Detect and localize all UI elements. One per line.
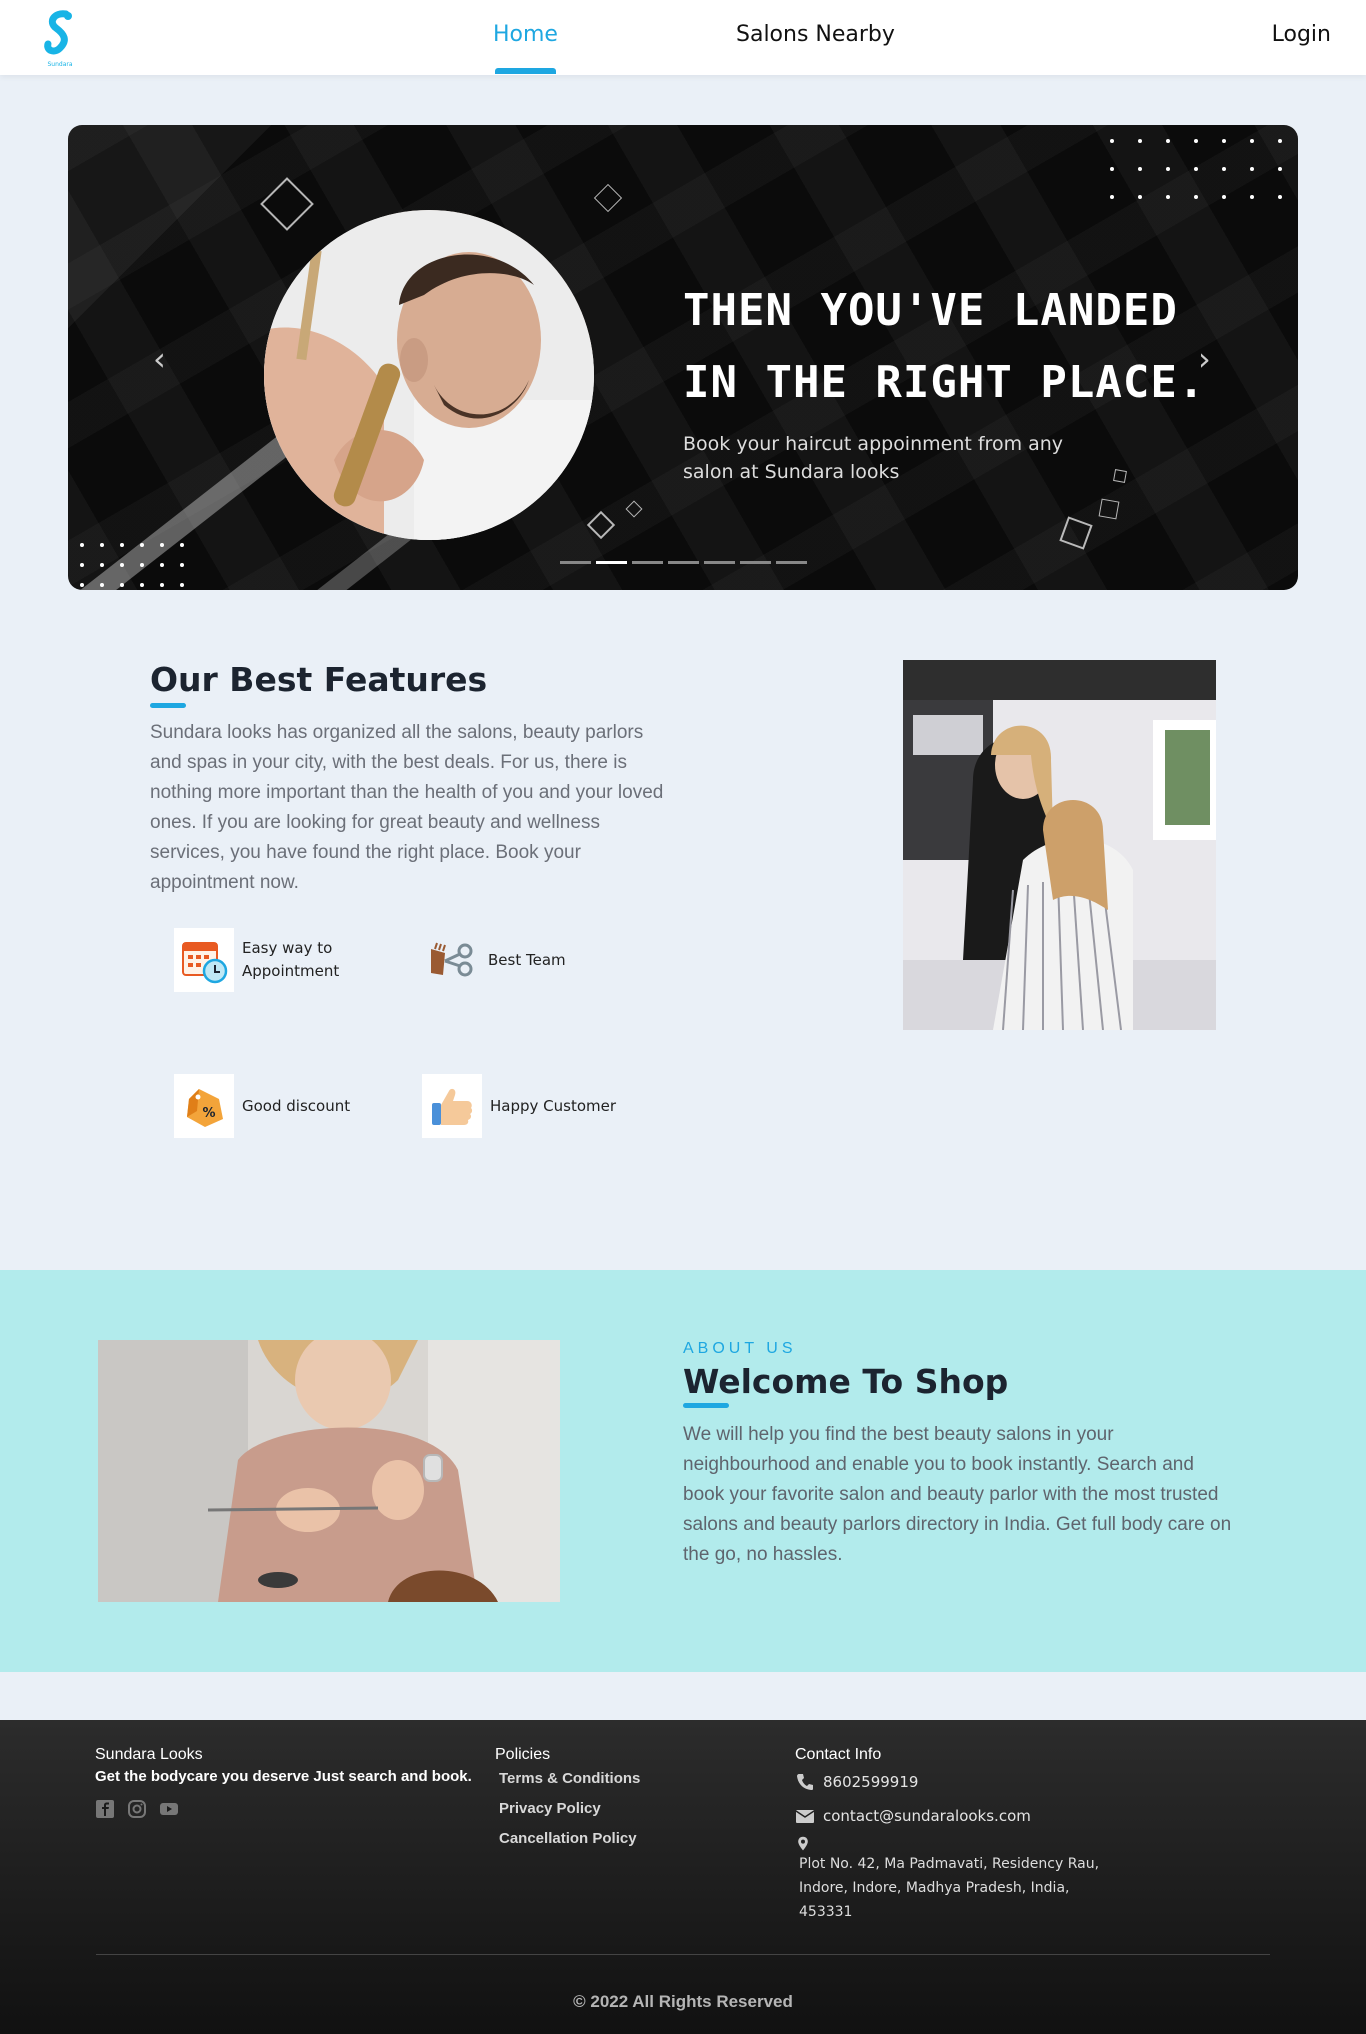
- footer-email[interactable]: contact@sundaralooks.com: [795, 1806, 1099, 1826]
- carousel-indicator-1[interactable]: [560, 561, 591, 564]
- footer-email-text: contact@sundaralooks.com: [823, 1807, 1031, 1825]
- footer-address-pin: [795, 1836, 1099, 1852]
- decorative-diamond: [586, 510, 616, 540]
- feature-item-appointment: Easy way to Appointment: [174, 928, 352, 992]
- footer-copyright: © 2022 All Rights Reserved: [573, 1992, 793, 2011]
- hero-subtext: Book your haircut appoinment from any sa…: [683, 433, 1064, 483]
- carousel-indicator-6[interactable]: [740, 561, 771, 564]
- facebook-icon[interactable]: [95, 1799, 115, 1819]
- footer-phone-text: 8602599919: [823, 1773, 919, 1791]
- carousel-indicator-4[interactable]: [668, 561, 699, 564]
- footer-contact-column: Contact Info 8602599919 contact@sundaral…: [795, 1746, 1099, 1924]
- footer-policies-title: Policies: [495, 1746, 551, 1763]
- carousel-indicator-7[interactable]: [776, 561, 807, 564]
- footer-contact-title: Contact Info: [795, 1746, 882, 1763]
- carousel-prev-chevron-icon[interactable]: ‹: [153, 340, 166, 378]
- feature-item-discount: % Good discount: [174, 1074, 350, 1138]
- feature-item-best-team: Best Team: [420, 928, 566, 992]
- instagram-icon[interactable]: [127, 1799, 147, 1819]
- calendar-clock-icon: [174, 928, 234, 992]
- thumbs-up-icon: [422, 1074, 482, 1138]
- feature-label-happy-customer: Happy Customer: [490, 1096, 617, 1115]
- footer-divider: [96, 1954, 1270, 1955]
- about-description: We will help you find the best beauty sa…: [683, 1424, 1232, 1565]
- sundara-logo-icon[interactable]: Sundara: [40, 8, 80, 70]
- hero-carousel: THEN YOU'VE LANDED IN THE RIGHT PLACE. B…: [68, 125, 1298, 590]
- footer-social-links: [95, 1799, 472, 1819]
- youtube-icon[interactable]: [159, 1799, 179, 1819]
- carousel-indicator-3[interactable]: [632, 561, 663, 564]
- hero-headline-line-1: THEN YOU'VE LANDED: [683, 285, 1178, 336]
- carousel-indicator-2[interactable]: [596, 561, 627, 564]
- barber-photo: [264, 210, 594, 540]
- feature-item-happy-customer: Happy Customer: [422, 1074, 616, 1138]
- features-title: Our Best Features: [150, 660, 488, 699]
- decorative-dot-grid: [80, 543, 184, 587]
- scissors-comb-icon: [420, 928, 480, 992]
- feature-label-appointment: Easy way to Appointment: [242, 939, 340, 980]
- carousel-next-chevron-icon[interactable]: ›: [1198, 340, 1211, 378]
- cancellation-policy-link[interactable]: Cancellation Policy: [499, 1830, 640, 1847]
- mail-icon: [795, 1810, 815, 1823]
- terms-conditions-link[interactable]: Terms & Conditions: [499, 1770, 640, 1787]
- footer-brand-name: Sundara Looks: [95, 1746, 203, 1763]
- decorative-diamond: [260, 177, 314, 231]
- decorative-square: [1059, 516, 1093, 550]
- nav-salons-nearby-link[interactable]: Salons Nearby: [736, 22, 895, 47]
- features-title-underline: [150, 703, 186, 708]
- carousel-indicators: [560, 561, 807, 564]
- about-section: ABOUT US Welcome To Shop We will help yo…: [0, 1270, 1366, 1672]
- decorative-diamond: [625, 500, 643, 518]
- footer-address: Plot No. 42, Ma Padmavati, Residency Rau…: [799, 1856, 1100, 1920]
- footer: Sundara Looks Get the bodycare you deser…: [0, 1720, 1366, 2034]
- salon-stylist-photo: [903, 660, 1216, 1030]
- footer-brand-column: Sundara Looks Get the bodycare you deser…: [95, 1746, 472, 1819]
- feature-label-best-team: Best Team: [488, 950, 566, 969]
- hairdresser-cutting-photo: [98, 1340, 560, 1602]
- decorative-dot-grid: [1110, 139, 1282, 199]
- about-title-underline: [683, 1403, 729, 1408]
- carousel-indicator-5[interactable]: [704, 561, 735, 564]
- privacy-policy-link[interactable]: Privacy Policy: [499, 1800, 640, 1817]
- footer-tagline: Get the bodycare you deserve Just search…: [95, 1768, 472, 1785]
- footer-policies-column: Policies Terms & Conditions Privacy Poli…: [495, 1746, 640, 1847]
- decorative-square: [1098, 498, 1120, 520]
- hero-headline-line-2: IN THE RIGHT PLACE.: [683, 357, 1206, 408]
- svg-text:%: %: [202, 1106, 215, 1121]
- nav-login-link[interactable]: Login: [1272, 22, 1331, 47]
- decorative-square: [1113, 469, 1127, 483]
- about-kicker: ABOUT US: [683, 1340, 797, 1357]
- logo-wordmark: Sundara: [47, 61, 72, 68]
- top-navbar: Sundara Home Salons Nearby Login: [0, 0, 1366, 75]
- phone-icon: [797, 1774, 813, 1790]
- discount-tag-icon: %: [174, 1074, 234, 1138]
- location-pin-icon: [798, 1836, 808, 1851]
- footer-phone[interactable]: 8602599919: [795, 1772, 1099, 1792]
- about-title: Welcome To Shop: [683, 1362, 1009, 1401]
- decorative-diamond: [593, 183, 623, 213]
- features-description: Sundara looks has organized all the salo…: [150, 722, 664, 893]
- feature-label-discount: Good discount: [242, 1096, 351, 1115]
- nav-home-link[interactable]: Home: [493, 22, 558, 74]
